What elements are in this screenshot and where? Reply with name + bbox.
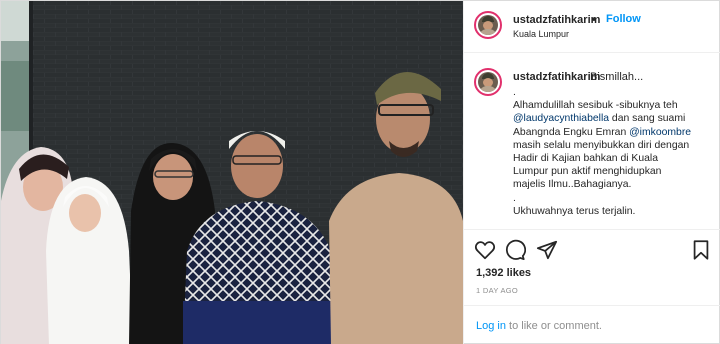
location-label[interactable]: Kuala Lumpur: [513, 29, 569, 39]
caption-line: .: [513, 87, 516, 98]
header-username[interactable]: ustadzfatihkarim: [513, 14, 600, 26]
caption-line: Hadir di Kajian bahkan di Kuala: [513, 153, 658, 165]
avatar[interactable]: [474, 11, 502, 39]
heart-icon[interactable]: [474, 239, 496, 261]
caption-line-mention: @laudyacynthiabella dan sang suami: [513, 112, 713, 125]
caption-line: masih selalu menyibukkan diri dengan: [513, 139, 690, 151]
action-bar: [464, 229, 720, 269]
caption-line: majelis Ilmu..Bahagianya.: [513, 179, 632, 191]
caption-line: .: [513, 192, 516, 204]
caption-text: dan sang suami: [609, 113, 686, 125]
caption-section: ustadzfatihkarim Bismillah... . Alhamdul…: [464, 53, 720, 229]
caption-username[interactable]: ustadzfatihkarim: [513, 71, 600, 83]
follow-button[interactable]: Follow: [606, 13, 641, 25]
post-timestamp[interactable]: 1 DAY AGO: [476, 286, 518, 295]
caption-body: . Alhamdulillah sesibuk -sibuknya teh @l…: [513, 86, 713, 218]
login-link[interactable]: Log in: [476, 320, 506, 332]
caption-line: Alhamdulillah sesibuk -sibuknya teh: [513, 100, 678, 112]
login-prompt: Log in to like or comment.: [476, 320, 602, 332]
caption-line: Lumpur pun aktif menghidupkan: [513, 166, 662, 178]
mention-link[interactable]: @laudyacynthiabella: [513, 113, 609, 124]
login-footer: Log in to like or comment.: [464, 305, 720, 344]
paper-plane-icon[interactable]: [536, 239, 558, 261]
separator-dot: •: [592, 14, 596, 26]
caption-first-line: Bismillah...: [590, 71, 644, 83]
post-photo[interactable]: [1, 1, 463, 344]
instagram-post-embed: ustadzfatihkarim • Follow Kuala Lumpur u…: [0, 0, 720, 344]
caption-avatar[interactable]: [474, 68, 502, 96]
comment-icon[interactable]: [504, 239, 527, 261]
login-prompt-text: to like or comment.: [505, 320, 602, 332]
bookmark-icon[interactable]: [690, 239, 712, 261]
caption-line: Ukhuwahnya terus terjalin.: [513, 205, 636, 217]
post-side-panel: ustadzfatihkarim • Follow Kuala Lumpur u…: [463, 1, 720, 344]
likes-count[interactable]: 1,392 likes: [476, 267, 531, 279]
caption-text: Abangnda Engku Emran: [513, 126, 627, 138]
caption-line-mention: Abangnda Engku Emran @imkoombre: [513, 126, 713, 139]
post-header: ustadzfatihkarim • Follow Kuala Lumpur: [464, 1, 720, 53]
group-photo-illustration: [1, 1, 463, 344]
mention-link[interactable]: @imkoombre: [629, 127, 691, 138]
